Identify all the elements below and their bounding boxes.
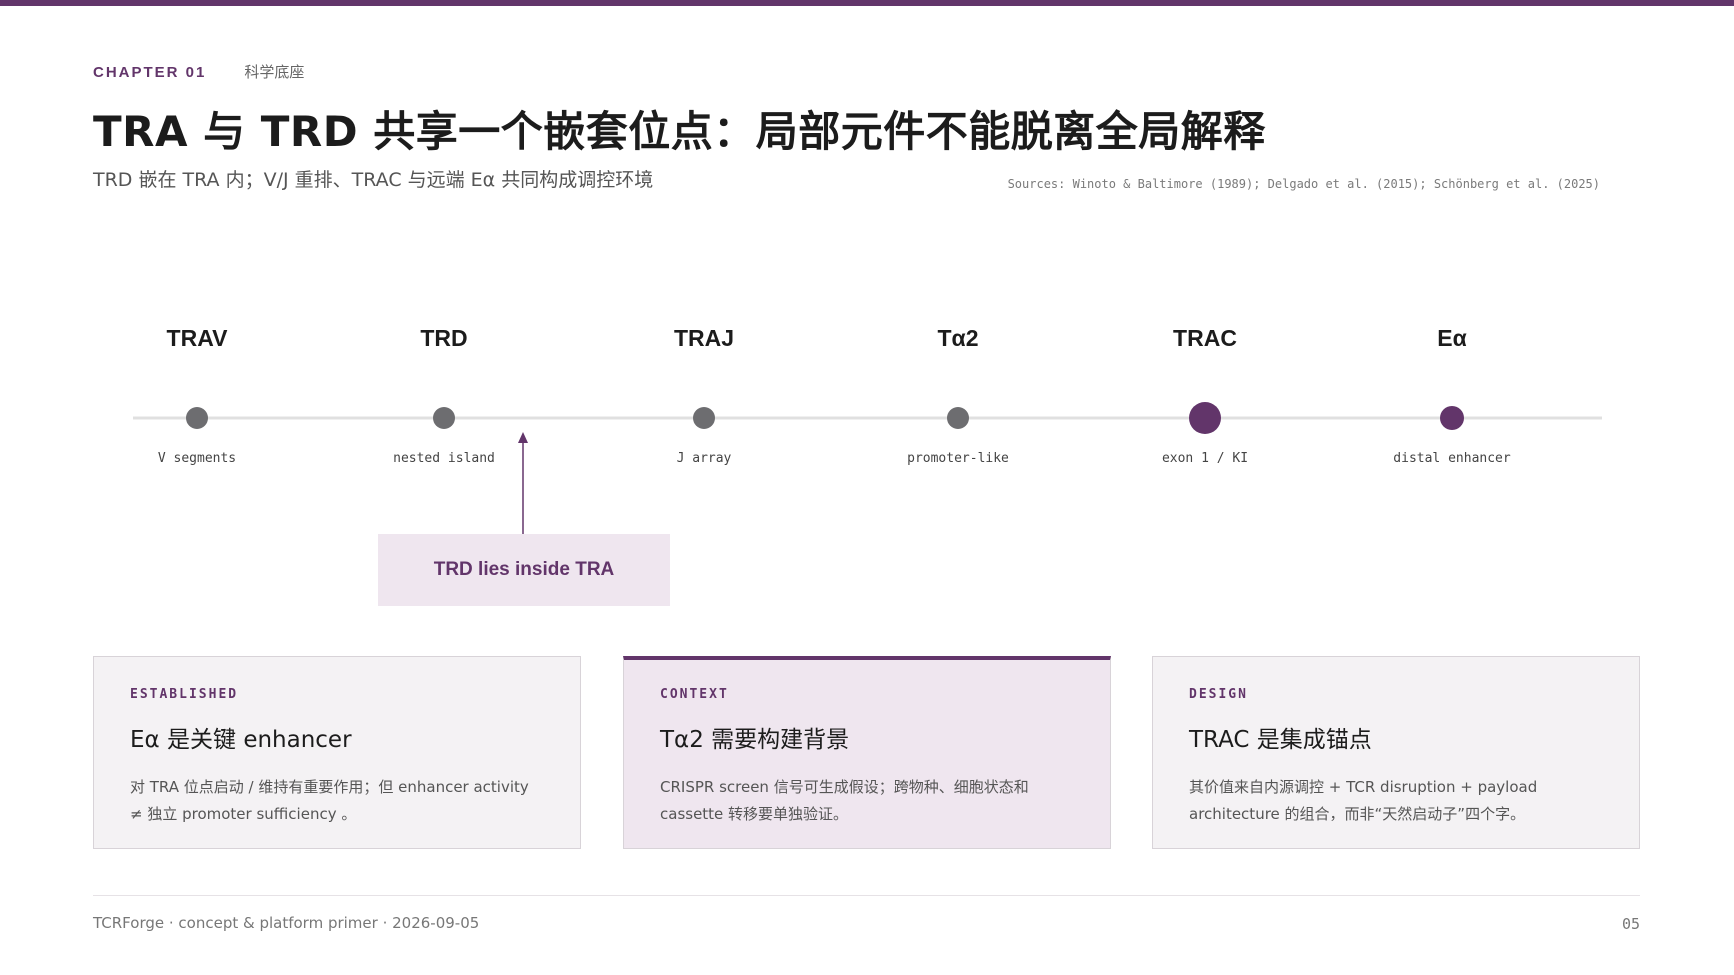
card-design: DESIGN TRAC 是集成锚点 其价值来自内源调控 + TCR disrup… xyxy=(1152,656,1640,849)
locus-node-label: TRAC xyxy=(1173,325,1237,351)
locus-node-label: TRAV xyxy=(166,325,228,351)
card-established: ESTABLISHED Eα 是关键 enhancer 对 TRA 位点启动 /… xyxy=(93,656,581,849)
card-context: CONTEXT Tα2 需要构建背景 CRISPR screen 信号可生成假设… xyxy=(623,656,1111,849)
footer-text: TCRForge · concept & platform primer · 2… xyxy=(93,914,480,932)
locus-node-caption: V segments xyxy=(157,451,237,466)
locus-track-svg xyxy=(133,402,1602,534)
card-title: Tα2 需要构建背景 xyxy=(660,727,850,753)
locus-node-dot xyxy=(433,407,455,429)
trd-callout-box: TRD lies inside TRA xyxy=(378,534,670,606)
locus-node-caption: promoter-like xyxy=(907,451,1009,466)
locus-node-caption: J array xyxy=(676,451,732,466)
card-tag: CONTEXT xyxy=(660,687,729,702)
locus-node-dot xyxy=(693,407,715,429)
card-title: Eα 是关键 enhancer xyxy=(130,727,352,753)
locus-node-dot xyxy=(1440,406,1464,430)
card-title: TRAC 是集成锚点 xyxy=(1189,727,1372,753)
locus-node-dot xyxy=(947,407,969,429)
locus-node-caption: nested island xyxy=(393,451,495,466)
locus-node-label: TRAJ xyxy=(673,325,735,351)
locus-node-label: Tα2 xyxy=(937,325,979,351)
locus-node-caption: distal enhancer xyxy=(1393,451,1511,466)
page-number: 05 xyxy=(1621,915,1640,933)
card-tag: ESTABLISHED xyxy=(130,687,239,702)
card-body: 其价值来自内源调控 + TCR disruption + payload arc… xyxy=(1189,778,1538,823)
locus-diagram: TRAV V segments TRD nested island TRAJ J arra… xyxy=(0,0,1734,620)
locus-node-label: Eα xyxy=(1437,325,1467,351)
callout-arrow-head xyxy=(518,432,528,443)
locus-node-caption: exon 1 / KI xyxy=(1161,451,1249,466)
locus-node-label: TRD xyxy=(420,325,468,351)
card-body: 对 TRA 位点启动 / 维持有重要作用；但 enhancer activity… xyxy=(130,778,529,823)
locus-node-dot xyxy=(1189,402,1221,434)
locus-node-dot xyxy=(186,407,208,429)
footer-divider xyxy=(93,895,1640,896)
card-tag: DESIGN xyxy=(1189,687,1248,702)
card-body: CRISPR screen 信号可生成假设；跨物种、细胞状态和 cassette… xyxy=(660,778,1029,823)
